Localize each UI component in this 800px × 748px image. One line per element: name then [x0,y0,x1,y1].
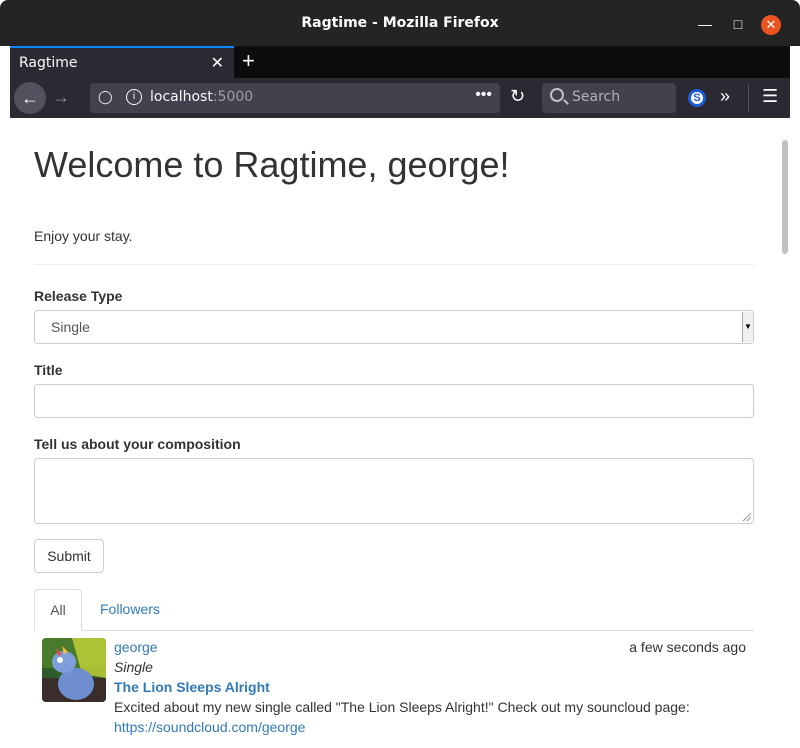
site-info-icon[interactable]: i [126,89,142,105]
title-input[interactable] [34,384,754,418]
url-host: localhost [150,89,213,105]
navigation-bar: ← → ◯ i localhost:5000 ••• ↻ Search S » … [10,78,790,118]
page-title: Welcome to Ragtime, george! [34,144,510,185]
post-release-type: Single [114,659,153,675]
chevron-down-icon[interactable]: ▼ [742,312,753,342]
title-label: Title [34,362,63,378]
extension-icon[interactable]: S [688,89,706,107]
back-arrow-icon[interactable]: ← [14,82,46,114]
forward-arrow-icon[interactable]: → [52,87,70,108]
divider [34,264,754,265]
url-text[interactable]: localhost:5000 [150,89,253,105]
close-icon[interactable]: ✕ [761,15,781,35]
composition-label: Tell us about your composition [34,436,241,452]
browser-tab-title: Ragtime [19,55,78,71]
overflow-chevron-icon[interactable]: » [720,86,730,107]
maximize-icon[interactable]: □ [729,15,747,33]
minimize-icon[interactable]: — [696,15,714,33]
composition-textarea[interactable] [34,458,754,524]
post-author-link[interactable]: george [114,639,158,655]
search-placeholder: Search [572,89,621,105]
release-type-value: Single [51,319,90,335]
post-body: Excited about my new single called "The … [114,699,690,715]
post-timestamp: a few seconds ago [629,639,746,655]
search-bar[interactable]: Search [542,83,676,113]
feed-post: george a few seconds ago Single The Lion… [42,638,754,738]
submit-button[interactable]: Submit [34,539,104,573]
avatar[interactable] [42,638,106,702]
tab-strip: Ragtime ✕ + [10,46,790,78]
page-actions-icon[interactable]: ••• [475,86,492,104]
search-icon [550,88,564,102]
tab-close-icon[interactable]: ✕ [211,53,224,73]
feed-tabs: All Followers [34,589,754,631]
window-title: Ragtime - Mozilla Firefox [301,15,499,31]
post-soundcloud-link[interactable]: https://soundcloud.com/george [114,719,305,735]
release-type-label: Release Type [34,288,123,304]
welcome-lead: Enjoy your stay. [34,228,133,244]
url-port: :5000 [212,89,254,105]
scrollbar-thumb[interactable] [782,140,788,254]
url-bar[interactable]: ◯ i localhost:5000 ••• [90,83,500,113]
new-tab-icon[interactable]: + [242,48,255,74]
toolbar-divider [748,84,749,112]
tracking-shield-icon[interactable]: ◯ [98,89,113,105]
menu-icon[interactable]: ☰ [762,86,778,107]
tab-followers[interactable]: Followers [100,589,160,631]
reload-icon[interactable]: ↻ [510,86,525,107]
browser-tab[interactable]: Ragtime ✕ [10,46,234,78]
resize-grip-icon[interactable] [743,513,751,521]
post-title-link[interactable]: The Lion Sleeps Alright [114,679,270,695]
tab-all[interactable]: All [34,589,82,631]
page-scrollbar[interactable] [780,118,790,738]
release-type-select[interactable]: Single ▼ [34,310,754,344]
page-viewport: Welcome to Ragtime, george! Enjoy your s… [10,118,780,738]
window-titlebar: Ragtime - Mozilla Firefox — □ ✕ [0,0,800,46]
